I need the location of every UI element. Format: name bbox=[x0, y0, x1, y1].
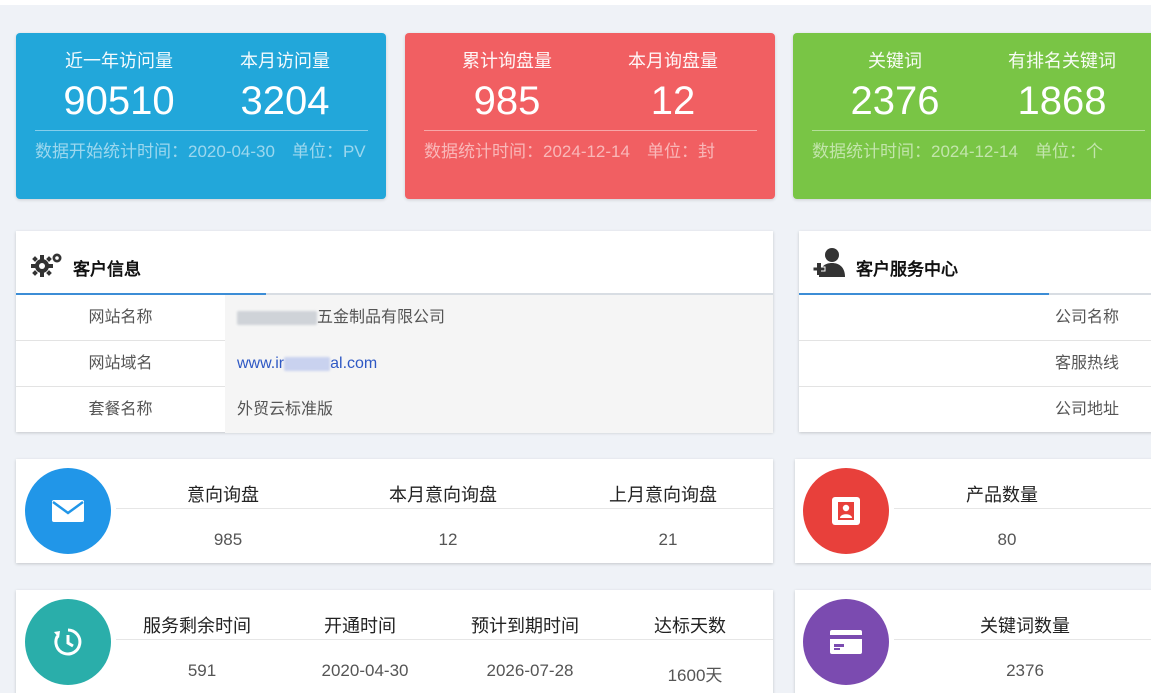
gears-icon bbox=[31, 253, 62, 277]
hotline-label: 客服热线 bbox=[1054, 355, 1119, 372]
divider bbox=[812, 130, 1145, 131]
contact-card-icon-circle bbox=[803, 468, 889, 554]
divider bbox=[894, 639, 1151, 640]
keyword-value: 2376 bbox=[850, 79, 940, 123]
divider bbox=[894, 508, 1151, 509]
visits-stat-tile: 近一年访问量 90510 本月访问量 3204 数据开始统计时间：2020-04… bbox=[16, 33, 386, 199]
table-row: 套餐名称 外贸云标准版 bbox=[16, 387, 773, 433]
customer-info-header: 客户信息 bbox=[16, 231, 773, 295]
keyword-count-value: 2376 bbox=[1006, 661, 1044, 680]
keyword-label: 关键词 bbox=[868, 51, 922, 71]
last-month-intent-inquiry-header: 上月意向询盘 bbox=[609, 485, 717, 505]
divider bbox=[116, 508, 773, 509]
divider bbox=[424, 130, 757, 131]
start-date-header: 开通时间 bbox=[324, 616, 396, 636]
intent-inquiry-value: 985 bbox=[213, 530, 243, 549]
table-row: 公司名称 bbox=[799, 295, 1151, 341]
table-row: 客服热线 bbox=[799, 341, 1151, 387]
monthly-intent-inquiry-header: 本月意向询盘 bbox=[389, 485, 497, 505]
yearly-visits-value: 90510 bbox=[63, 79, 175, 123]
company-address-label: 公司地址 bbox=[1054, 401, 1119, 418]
package-name-value: 外贸云标准版 bbox=[225, 387, 773, 433]
table-row: 网站域名 www.ir al.com bbox=[16, 341, 773, 387]
monthly-intent-inquiry-value: 12 bbox=[438, 530, 458, 549]
product-count-value: 80 bbox=[997, 530, 1017, 549]
credit-card-icon bbox=[830, 630, 862, 654]
mail-icon bbox=[52, 500, 84, 522]
ranked-keyword-label: 有排名关键词 bbox=[1008, 51, 1116, 71]
contact-card-icon bbox=[832, 497, 860, 525]
customer-info-title: 客户信息 bbox=[73, 260, 141, 279]
site-name-value: 五金制品有限公司 bbox=[225, 295, 773, 341]
table-row: 公司地址 bbox=[799, 387, 1151, 433]
add-user-icon bbox=[813, 248, 845, 277]
last-month-intent-inquiry-value: 21 bbox=[658, 530, 678, 549]
yearly-visits-label: 近一年访问量 bbox=[65, 51, 173, 71]
product-card: 产品数量 80 bbox=[795, 459, 1151, 563]
keyword-count-header: 关键词数量 bbox=[980, 616, 1070, 636]
monthly-inquiry-label: 本月询盘量 bbox=[628, 51, 718, 71]
credit-card-icon-circle bbox=[803, 599, 889, 685]
monthly-visits-label: 本月访问量 bbox=[240, 51, 330, 71]
site-name-label: 网站名称 bbox=[88, 309, 153, 326]
expiry-date-value: 2026-07-28 bbox=[486, 661, 574, 680]
service-center-title: 客户服务中心 bbox=[856, 260, 958, 279]
ranked-keyword-value: 1868 bbox=[1017, 79, 1107, 123]
customer-info-panel: 客户信息 网站名称 五金制品有限公司 网站域名 www.ir al.com 套餐名… bbox=[16, 231, 773, 433]
total-inquiry-label: 累计询盘量 bbox=[462, 51, 552, 71]
keyword-stat-tile: 关键词 2376 有排名关键词 1868 数据统计时间：2024-12-14 单… bbox=[793, 33, 1151, 199]
service-center-header: 客户服务中心 bbox=[799, 231, 1151, 295]
inquiry-footer: 数据统计时间：2024-12-14 单位：封 bbox=[424, 142, 715, 161]
history-icon bbox=[54, 628, 82, 656]
site-domain-label: 网站域名 bbox=[88, 355, 153, 372]
keyword-card: 关键词数量 2376 bbox=[795, 590, 1151, 693]
history-icon-circle bbox=[25, 599, 111, 685]
product-count-header: 产品数量 bbox=[966, 485, 1038, 505]
remaining-time-header: 服务剩余时间 bbox=[143, 616, 251, 636]
table-row: 网站名称 五金制品有限公司 bbox=[16, 295, 773, 341]
service-center-panel: 客户服务中心 公司名称 客服热线 公司地址 bbox=[799, 231, 1151, 432]
package-name-label: 套餐名称 bbox=[88, 401, 153, 418]
intent-inquiry-header: 意向询盘 bbox=[187, 485, 259, 505]
site-domain-link[interactable]: www.ir al.com bbox=[225, 341, 773, 387]
monthly-inquiry-value: 12 bbox=[650, 79, 696, 123]
inquiry-stat-tile: 累计询盘量 985 本月询盘量 12 数据统计时间：2024-12-14 单位：… bbox=[405, 33, 775, 199]
top-bar bbox=[0, 0, 1151, 5]
qualified-days-header: 达标天数 bbox=[654, 616, 726, 636]
keyword-footer: 数据统计时间：2024-12-14 单位：个 bbox=[812, 142, 1103, 161]
qualified-days-value: 1600天 bbox=[667, 666, 723, 685]
mail-icon-circle bbox=[25, 468, 111, 554]
remaining-time-value: 591 bbox=[187, 661, 217, 680]
start-date-value: 2020-04-30 bbox=[321, 661, 409, 680]
expiry-date-header: 预计到期时间 bbox=[471, 616, 579, 636]
total-inquiry-value: 985 bbox=[473, 79, 541, 123]
visits-footer: 数据开始统计时间：2020-04-30 单位：PV bbox=[35, 142, 366, 161]
divider bbox=[35, 130, 368, 131]
monthly-visits-value: 3204 bbox=[240, 79, 330, 123]
service-card: 服务剩余时间 开通时间 预计到期时间 达标天数 591 2020-04-30 2… bbox=[16, 590, 773, 693]
inquiry-card: 意向询盘 本月意向询盘 上月意向询盘 985 12 21 bbox=[16, 459, 773, 563]
company-name-label: 公司名称 bbox=[1054, 309, 1119, 326]
divider bbox=[116, 639, 773, 640]
